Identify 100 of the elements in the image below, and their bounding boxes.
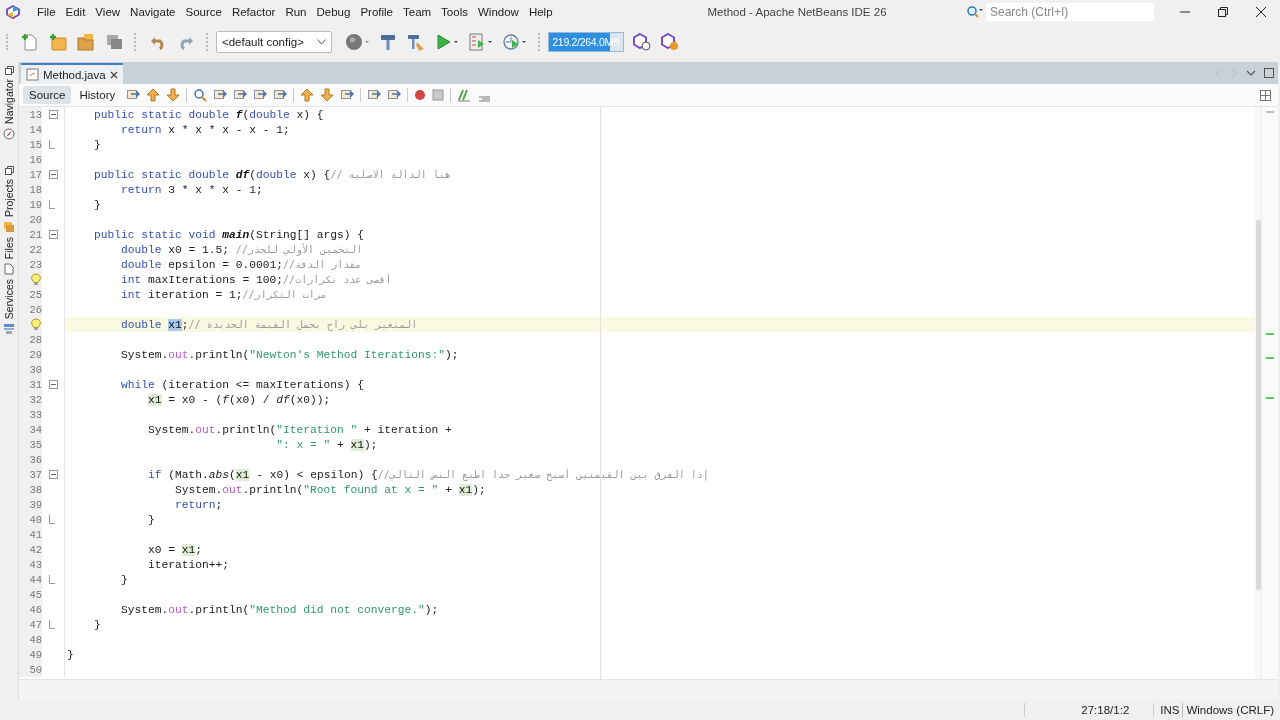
menu-item[interactable]: Tools	[436, 6, 473, 18]
scrollbar-thumb[interactable]	[1256, 220, 1261, 590]
close-icon[interactable]	[109, 70, 118, 79]
line-number: 44	[29, 573, 42, 586]
code-line: }	[147, 514, 155, 526]
code-line: public static void main(String[] args) {	[93, 229, 365, 241]
fold-icon[interactable]	[49, 170, 58, 179]
hammer-icon[interactable]	[378, 32, 398, 52]
fold-end-icon	[49, 575, 55, 584]
previous-bookmark-icon[interactable]	[300, 88, 315, 102]
java-file-icon	[26, 68, 39, 81]
globe-icon[interactable]	[344, 32, 370, 52]
code-line: return x * x * x - x - 1;	[120, 124, 290, 136]
split-icon[interactable]	[1260, 89, 1271, 101]
dropdown-icon[interactable]	[1246, 68, 1256, 78]
caret-icon	[317, 39, 326, 45]
code-line: return 3 * x * x - 1;	[120, 184, 263, 196]
new-file-icon[interactable]	[20, 32, 40, 52]
file-icon	[3, 263, 15, 276]
find-icon[interactable]	[193, 88, 208, 102]
close-icon[interactable]	[1256, 7, 1266, 17]
cursor-position: 27:18/1:2	[1081, 704, 1130, 716]
code-line: x0 = x1;	[147, 544, 203, 556]
view-tab[interactable]: Source	[23, 86, 72, 104]
lightbulb-icon[interactable]	[31, 318, 41, 331]
line-number: 47	[29, 618, 42, 631]
code-line: ": x = " + x1);	[275, 439, 378, 451]
window-icon[interactable]	[4, 66, 14, 75]
menu-item[interactable]: Edit	[60, 6, 91, 18]
search-field[interactable]: Search (Ctrl+I)	[986, 3, 1154, 21]
hammer-broom-icon[interactable]	[406, 32, 426, 52]
line-number: 50	[29, 663, 42, 676]
restore-icon[interactable]	[1218, 7, 1228, 17]
menu-item[interactable]: Window	[472, 6, 524, 18]
fold-end-icon	[49, 140, 55, 149]
view-tab[interactable]: History	[73, 86, 122, 104]
line-number: 34	[29, 423, 42, 436]
menu-item[interactable]: File	[32, 6, 61, 18]
stop-icon[interactable]	[432, 89, 445, 101]
line-number: 30	[29, 363, 42, 376]
line-number: 33	[29, 408, 42, 421]
code-line: iteration++;	[147, 559, 230, 571]
code-line: System.out.println("Iteration " + iteration +	[147, 424, 452, 436]
line-number: 21	[29, 228, 42, 241]
menu-item[interactable]: Source	[180, 6, 227, 18]
lightbulb-icon[interactable]	[31, 273, 41, 286]
fold-icon[interactable]	[49, 230, 58, 239]
new-project-icon[interactable]	[48, 32, 68, 52]
record-icon[interactable]	[414, 89, 427, 101]
profile-icon[interactable]	[502, 32, 528, 52]
fold-icon[interactable]	[49, 110, 58, 119]
debug-icon[interactable]	[468, 32, 494, 52]
line-number: 46	[29, 603, 42, 616]
close-project-icon[interactable]	[104, 32, 124, 52]
fold-icon[interactable]	[49, 470, 58, 479]
line-number: 28	[29, 333, 42, 346]
line-number: 22	[29, 243, 42, 256]
menu-item[interactable]: Help	[523, 6, 558, 18]
next-bookmark-icon[interactable]	[320, 88, 335, 102]
menu-item[interactable]: Navigate	[125, 6, 181, 18]
menu-item[interactable]: Refactor	[226, 6, 281, 18]
menu-item[interactable]: Profile	[355, 6, 398, 18]
services-icon	[3, 323, 15, 336]
menu-item[interactable]: Team	[398, 6, 437, 18]
line-number: 23	[29, 258, 42, 271]
line-number: 13	[29, 108, 42, 121]
line-number: 40	[29, 513, 42, 526]
sidebar-tab[interactable]: Navigator	[3, 79, 15, 124]
line-number: 16	[29, 153, 42, 166]
code-line: System.out.println("Newton's Method Iterations:");	[120, 349, 459, 361]
comment-icon[interactable]	[457, 88, 472, 102]
run-icon[interactable]	[434, 32, 460, 52]
open-folder-icon[interactable]	[76, 32, 96, 52]
fold-icon[interactable]	[49, 380, 58, 389]
search-icon[interactable]	[966, 5, 984, 19]
code-line: x1 = x0 - (f(x0) / df(x0));	[147, 394, 331, 406]
sidebar-tab[interactable]: Services	[3, 279, 15, 320]
folders-icon	[3, 220, 15, 233]
window-title: Method - Apache NetBeans IDE 26	[707, 6, 887, 18]
line-number: 25	[29, 288, 42, 301]
menu-item[interactable]: View	[90, 6, 126, 18]
sidebar-tab[interactable]: Files	[3, 236, 15, 260]
line-number: 17	[29, 168, 42, 181]
code-line: while (iteration <= maxIterations) {	[120, 379, 365, 391]
line-number: 48	[29, 633, 42, 646]
window-icon[interactable]	[4, 165, 14, 175]
code-line: }	[120, 574, 128, 586]
line-number: 32	[29, 393, 42, 406]
editor-tab[interactable]: Method.java	[21, 63, 123, 84]
horizontal-scrollbar[interactable]	[19, 679, 1278, 700]
maximize-icon[interactable]	[1264, 68, 1274, 78]
line-number: 37	[29, 468, 42, 481]
line-number: 35	[29, 438, 42, 451]
line-number: 49	[29, 648, 42, 661]
line-number: 18	[29, 183, 42, 196]
menu-item[interactable]: Debug	[311, 6, 356, 18]
menu-item[interactable]: Run	[280, 6, 312, 18]
config-dropdown[interactable]: <default config>	[216, 31, 332, 53]
line-number: 36	[29, 453, 42, 466]
sidebar-tab[interactable]: Projects	[3, 178, 15, 217]
